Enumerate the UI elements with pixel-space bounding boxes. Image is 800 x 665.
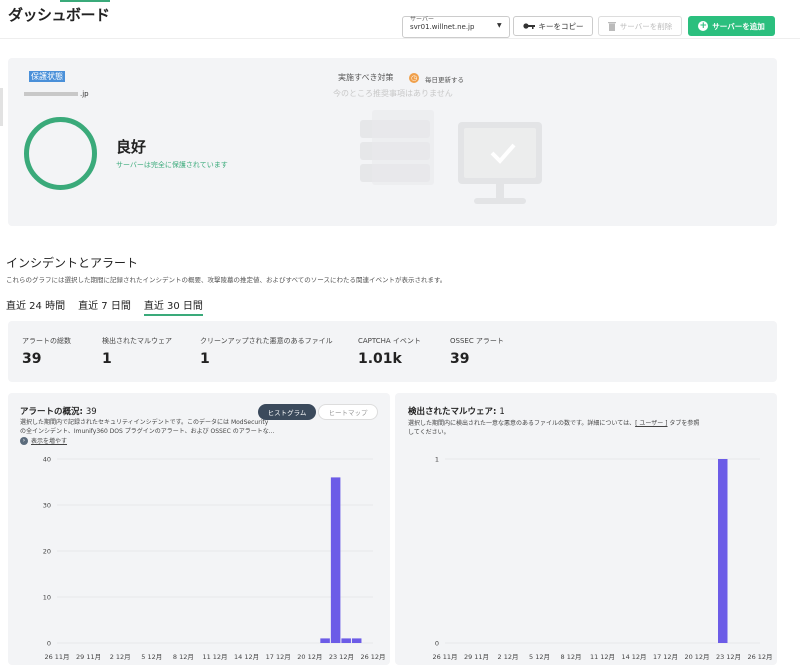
malware-chart-description: 選択した期間内に検出された一意な悪意のあるファイルの数です。詳細については、[ … <box>408 420 700 436</box>
server-label: サーバー <box>410 16 434 23</box>
page-title: ダッシュボード <box>8 6 110 24</box>
incidents-title: インシデントとアラート <box>6 256 139 270</box>
x-tick-label: 14 12月 <box>234 653 259 661</box>
status-subtext: サーバーは完全に保護されています <box>116 161 228 169</box>
key-icon <box>522 23 535 29</box>
status-text: 良好 <box>116 138 147 156</box>
x-tick-label: 20 12月 <box>297 653 322 661</box>
x-tick-label: 8 12月 <box>173 653 194 661</box>
tab-30-days[interactable]: 直近 30 日間 <box>143 297 203 316</box>
recommendations-title: 実施すべき対策 <box>338 73 394 82</box>
header-divider <box>0 38 800 39</box>
stat-value-cleaned: 1 <box>200 351 210 367</box>
stat-label-ossec: OSSEC アラート <box>450 337 504 345</box>
x-tick-label: 26 11月 <box>432 653 457 661</box>
no-recommendations-text: 今のところ推奨事項はありません <box>333 89 453 98</box>
bar <box>320 638 330 643</box>
y-tick-label: 20 <box>43 548 51 556</box>
x-tick-label: 29 11月 <box>76 653 101 661</box>
status-ring <box>24 117 97 190</box>
x-tick-label: 5 12月 <box>141 653 162 661</box>
y-tick-label: 0 <box>47 640 51 648</box>
stat-label-malware: 検出されたマルウェア <box>102 337 172 345</box>
server-illustration-icon <box>360 110 542 204</box>
x-tick-label: 14 12月 <box>621 653 646 661</box>
x-tick-label: 20 12月 <box>684 653 709 661</box>
x-tick-label: 11 12月 <box>590 653 615 661</box>
x-tick-label: 23 12月 <box>329 653 354 661</box>
x-tick-label: 26 12月 <box>747 653 772 661</box>
stat-label-total-alerts: アラートの総数 <box>22 337 71 345</box>
y-tick-label: 10 <box>43 594 51 602</box>
delete-server-button[interactable]: サーバーを削除 <box>598 16 682 36</box>
stat-value-total-alerts: 39 <box>22 351 42 367</box>
y-tick-label: 0 <box>435 640 439 648</box>
bar <box>330 477 341 643</box>
tab-24-hours[interactable]: 直近 24 時間 <box>6 297 65 316</box>
alerts-chart-description: 選択した期間内で記録されたセキュリティインシデントです。このデータには ModS… <box>20 419 275 435</box>
tab-7-days[interactable]: 直近 7 日間 <box>78 297 131 316</box>
x-tick-label: 17 12月 <box>653 653 678 661</box>
x-tick-label: 29 11月 <box>464 653 489 661</box>
title-accent <box>60 0 110 2</box>
users-tab-link[interactable]: [ ユーザー ] <box>635 420 667 427</box>
heatmap-toggle[interactable]: ヒートマップ <box>318 404 378 420</box>
domain-name: .jp <box>24 90 89 98</box>
show-more-link[interactable]: › 表示を増やす <box>20 436 67 445</box>
alerts-chart-title: アラートの概況: 39 <box>20 407 97 417</box>
stat-value-malware: 1 <box>102 351 112 367</box>
malware-histogram: 0 1 26 11月 29 11月 2 12月 5 12月 8 12月 11 12月 14 12… <box>432 456 772 662</box>
x-tick-label: 2 12月 <box>498 653 519 661</box>
stat-label-cleaned: クリーンアップされた悪意のあるファイル <box>200 337 333 345</box>
y-tick-label: 40 <box>43 456 51 464</box>
delete-server-label: サーバーを削除 <box>619 21 673 31</box>
chevron-down-icon[interactable]: ▼ <box>497 22 502 29</box>
trash-icon <box>607 22 616 31</box>
redacted-domain <box>24 92 78 96</box>
daily-update-label: 毎日更新する <box>425 76 464 84</box>
x-tick-label: 11 12月 <box>202 653 227 661</box>
x-tick-label: 26 11月 <box>44 653 69 661</box>
add-server-label: サーバーを追加 <box>712 21 765 31</box>
plus-icon: + <box>698 21 709 31</box>
y-tick-label: 30 <box>43 502 51 510</box>
scroll-edge <box>0 88 3 126</box>
y-tick-label: 1 <box>435 456 439 464</box>
stat-label-captcha: CAPTCHA イベント <box>358 337 421 345</box>
x-tick-label: 17 12月 <box>266 653 291 661</box>
histogram-toggle[interactable]: ヒストグラム <box>258 404 316 420</box>
x-tick-label: 5 12月 <box>529 653 550 661</box>
alerts-histogram: 0 10 20 30 40 26 11月 29 11月 2 12月 5 12月 8 12月 11 1… <box>43 456 386 662</box>
bar <box>341 638 351 643</box>
period-tabs: 直近 24 時間 直近 7 日間 直近 30 日間 <box>6 297 203 316</box>
copy-key-button[interactable]: キーをコピー <box>513 16 593 36</box>
x-tick-label: 2 12月 <box>110 653 131 661</box>
incidents-description: これらのグラフには選択した期間に記録されたインシデントの概要、攻撃陵墓の推定値、… <box>6 276 447 284</box>
bar <box>351 638 362 643</box>
x-tick-label: 23 12月 <box>716 653 741 661</box>
clock-icon: ◷ <box>409 73 419 83</box>
x-tick-label: 8 12月 <box>561 653 582 661</box>
expand-icon: › <box>20 436 28 445</box>
stat-value-captcha: 1.01k <box>358 351 402 367</box>
bar <box>718 459 728 643</box>
add-server-button[interactable]: + サーバーを追加 <box>688 16 775 36</box>
stat-value-ossec: 39 <box>450 351 470 367</box>
x-tick-label: 26 12月 <box>360 653 385 661</box>
malware-chart-title: 検出されたマルウェア: 1 <box>408 407 505 417</box>
copy-key-label: キーをコピー <box>538 21 584 31</box>
protection-status-label: 保護状態 <box>29 71 65 82</box>
server-value: svr01.willnet.ne.jp <box>410 23 475 31</box>
